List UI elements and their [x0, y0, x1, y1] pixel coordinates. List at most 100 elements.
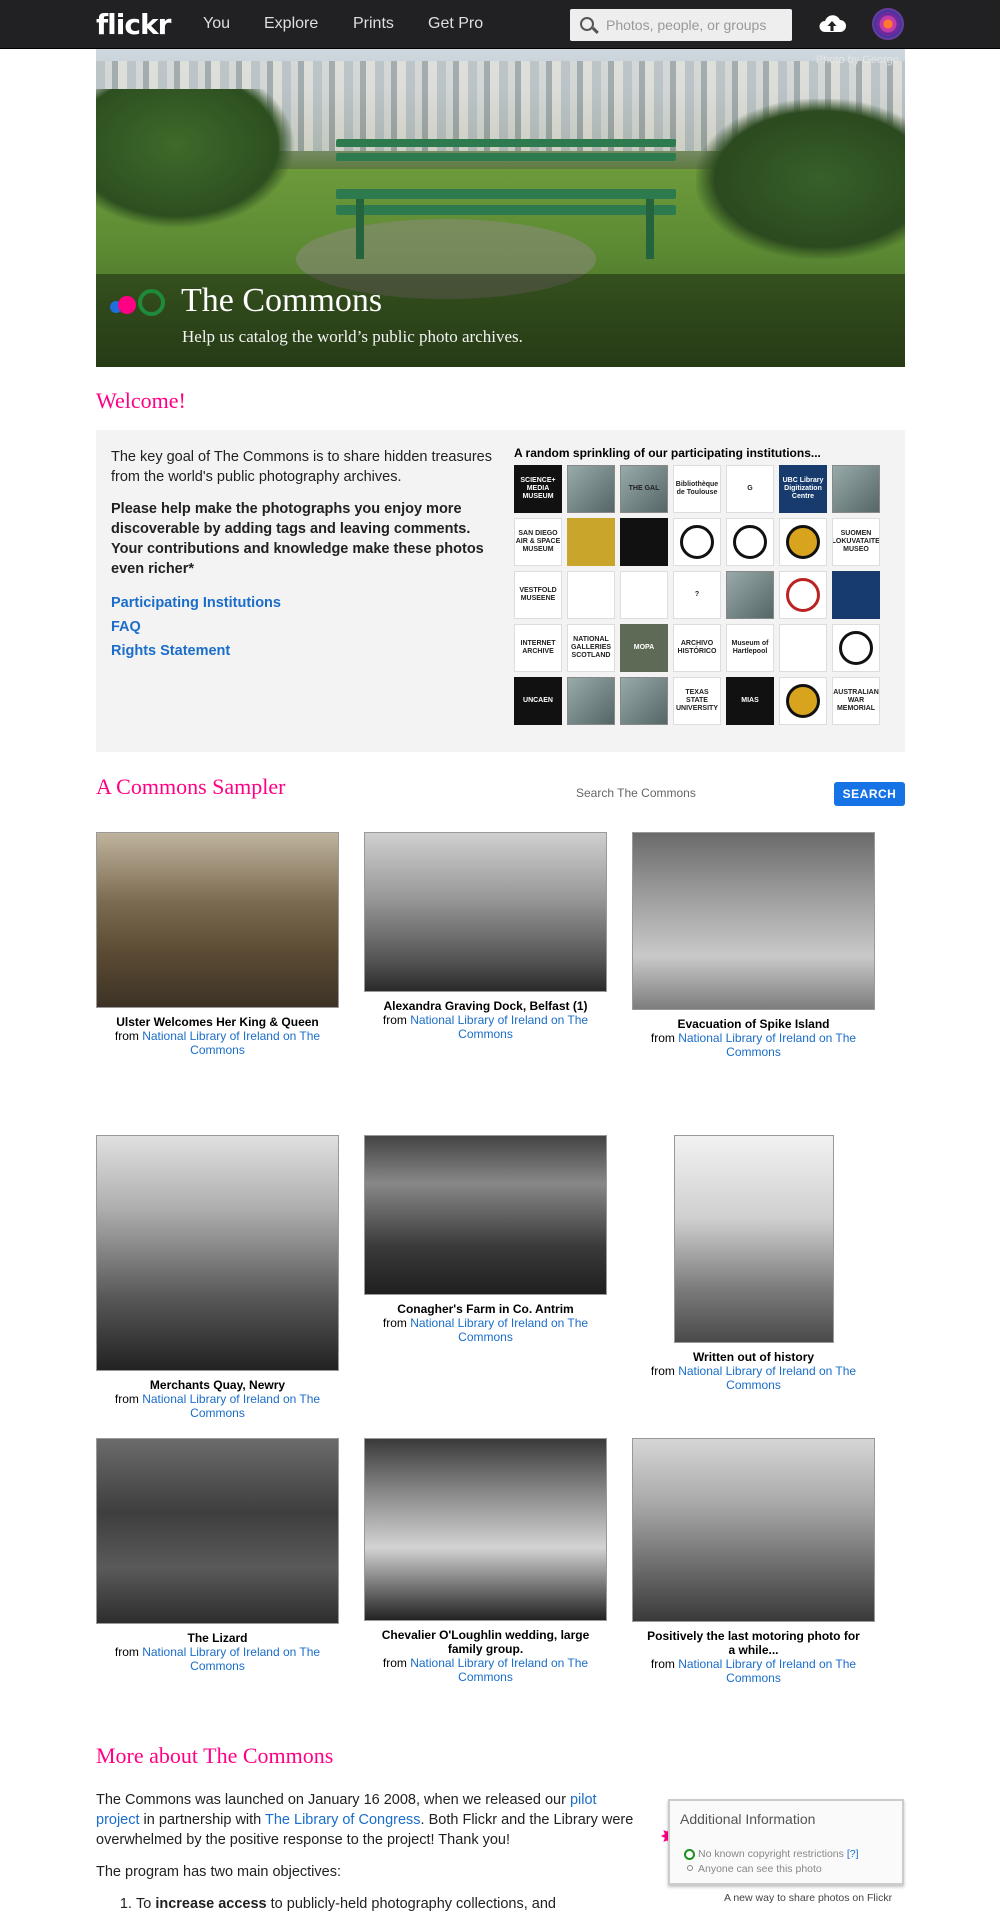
institution-logo[interactable]: Museum of Hartlepool [726, 624, 774, 672]
institution-logo[interactable]: ARCHIVO HISTÓRICO [673, 624, 721, 672]
sampler-card: The Lizard from National Library of Irela… [96, 1438, 339, 1673]
institution-logo[interactable]: NATIONAL GALLERIES SCOTLAND [567, 624, 615, 672]
search-icon[interactable] [580, 17, 594, 31]
photo-source-link[interactable]: National Library of Ireland on The Commo… [410, 1656, 588, 1684]
photo-title[interactable]: Positively the last motoring photo for a… [632, 1629, 875, 1657]
institution-logo[interactable]: AUSTRALIAN WAR MEMORIAL [832, 677, 880, 725]
institution-logo[interactable] [567, 571, 615, 619]
sampler-photo[interactable] [632, 832, 875, 1010]
welcome-intro: The key goal of The Commons is to share … [111, 449, 492, 485]
institution-logo[interactable]: MOPA [620, 624, 668, 672]
photo-source: from National Library of Ireland on The … [364, 1316, 607, 1344]
photo-source-link[interactable]: National Library of Ireland on The Commo… [142, 1029, 320, 1057]
sampler-card: Chevalier O'Loughlin wedding, large fami… [364, 1438, 607, 1684]
seal-icon [786, 684, 820, 718]
flickr-logo[interactable]: flickr [96, 8, 171, 41]
sampler-photo[interactable] [364, 832, 607, 992]
institution-logo[interactable]: TEXAS STATE UNIVERSITY [673, 677, 721, 725]
copyright-help-link[interactable]: [?] [847, 1848, 859, 1860]
seal-icon [839, 631, 873, 665]
institution-logo[interactable] [620, 571, 668, 619]
welcome-bold-note: Please help make the photographs you enj… [111, 501, 484, 577]
nav-link-explore[interactable]: Explore [264, 15, 318, 33]
photo-title[interactable]: Evacuation of Spike Island [632, 1017, 875, 1031]
photo-source-link[interactable]: National Library of Ireland on The Commo… [678, 1364, 856, 1392]
participating-institutions-link[interactable]: Participating Institutions [111, 595, 281, 611]
global-search-input[interactable] [606, 15, 786, 35]
institution-logo-text: SAN DIEGO AIR & SPACE MUSEUM [515, 530, 561, 553]
photo-source-link[interactable]: National Library of Ireland on The Commo… [678, 1657, 856, 1685]
nav-link-you[interactable]: You [203, 15, 230, 33]
faq-link[interactable]: FAQ [111, 619, 281, 635]
institution-logo[interactable] [832, 624, 880, 672]
institution-logo-text: AUSTRALIAN WAR MEMORIAL [833, 689, 879, 712]
institution-logo[interactable] [620, 518, 668, 566]
photo-source-prefix: from [382, 1013, 407, 1027]
hero-trees-right [696, 99, 905, 259]
institution-logo[interactable]: UNCAEN [514, 677, 562, 725]
institution-logo[interactable] [726, 518, 774, 566]
institution-logo[interactable]: Bibliothèque de Toulouse [673, 465, 721, 513]
photo-source-link[interactable]: National Library of Ireland on The Commo… [142, 1392, 320, 1420]
photo-source-prefix: from [382, 1656, 407, 1670]
sampler-card: Positively the last motoring photo for a… [632, 1438, 875, 1685]
photo-title[interactable]: Written out of history [632, 1350, 875, 1364]
institution-logo[interactable]: ? [673, 571, 721, 619]
institution-logo[interactable] [567, 465, 615, 513]
institution-logo-text: NATIONAL GALLERIES SCOTLAND [570, 636, 612, 659]
institution-logo[interactable] [779, 624, 827, 672]
sampler-photo[interactable] [364, 1135, 607, 1295]
institution-logo[interactable] [832, 465, 880, 513]
institution-logo[interactable]: SUOMEN VALOKUVATAITEEN MUSEO [832, 518, 880, 566]
institution-logo[interactable] [673, 518, 721, 566]
nav-link-prints[interactable]: Prints [353, 15, 394, 33]
photo-credit[interactable]: Photo by George [816, 54, 899, 66]
institution-logo[interactable] [779, 677, 827, 725]
institution-logo[interactable]: INTERNET ARCHIVE [514, 624, 562, 672]
sampler-photo[interactable] [364, 1438, 607, 1621]
photo-source-link[interactable]: National Library of Ireland on The Commo… [410, 1013, 588, 1041]
institution-logo[interactable]: G [726, 465, 774, 513]
institution-logo-text: Museum of Hartlepool [731, 640, 769, 655]
institution-logo[interactable] [726, 571, 774, 619]
photo-source: from National Library of Ireland on The … [96, 1645, 339, 1673]
photo-title[interactable]: Chevalier O'Loughlin wedding, large fami… [364, 1628, 607, 1656]
upload-cloud-icon[interactable] [817, 12, 847, 36]
photo-title[interactable]: Merchants Quay, Newry [96, 1378, 339, 1392]
institution-logo[interactable] [567, 677, 615, 725]
institution-logo[interactable] [779, 518, 827, 566]
photo-title[interactable]: The Lizard [96, 1631, 339, 1645]
photo-source: from National Library of Ireland on The … [96, 1392, 339, 1420]
sampler-photo[interactable] [96, 1438, 339, 1624]
institution-logo[interactable]: THE GAL [620, 465, 668, 513]
nav-link-get-pro[interactable]: Get Pro [428, 15, 483, 33]
photo-title[interactable]: Ulster Welcomes Her King & Queen [96, 1015, 339, 1029]
photo-source-link[interactable]: National Library of Ireland on The Commo… [678, 1031, 856, 1059]
photo-title[interactable]: Alexandra Graving Dock, Belfast (1) [364, 999, 607, 1013]
sampler-photo[interactable] [96, 1135, 339, 1371]
about-paragraph-2: The program has two main objectives: [96, 1864, 341, 1880]
hero-subtitle: Help us catalog the world’s public photo… [182, 327, 523, 346]
institution-logo-text: UNCAEN [523, 697, 553, 704]
institution-logo[interactable] [567, 518, 615, 566]
institution-logo[interactable] [779, 571, 827, 619]
sampler-photo[interactable] [96, 832, 339, 1008]
photo-title[interactable]: Conagher's Farm in Co. Antrim [364, 1302, 607, 1316]
sampler-card: Merchants Quay, Newry from National Libra… [96, 1135, 339, 1420]
commons-search-button[interactable]: SEARCH [834, 782, 905, 806]
institution-logo[interactable]: SAN DIEGO AIR & SPACE MUSEUM [514, 518, 562, 566]
institution-logo[interactable]: MIAS [726, 677, 774, 725]
photo-source-link[interactable]: National Library of Ireland on The Commo… [410, 1316, 588, 1344]
commons-search-input[interactable] [576, 781, 826, 805]
sampler-photo[interactable] [632, 1438, 875, 1622]
user-avatar[interactable] [872, 8, 904, 40]
rights-statement-link[interactable]: Rights Statement [111, 643, 281, 659]
library-of-congress-link[interactable]: The Library of Congress [265, 1812, 421, 1828]
sampler-photo[interactable] [673, 1135, 834, 1343]
institution-logo[interactable] [832, 571, 880, 619]
institution-logo[interactable]: UBC Library Digitization Centre [779, 465, 827, 513]
institution-logo[interactable]: SCIENCE+ MEDIA MUSEUM [514, 465, 562, 513]
institution-logo[interactable] [620, 677, 668, 725]
institution-logo[interactable]: VESTFOLD MUSEENE [514, 571, 562, 619]
photo-source-link[interactable]: National Library of Ireland on The Commo… [142, 1645, 320, 1673]
